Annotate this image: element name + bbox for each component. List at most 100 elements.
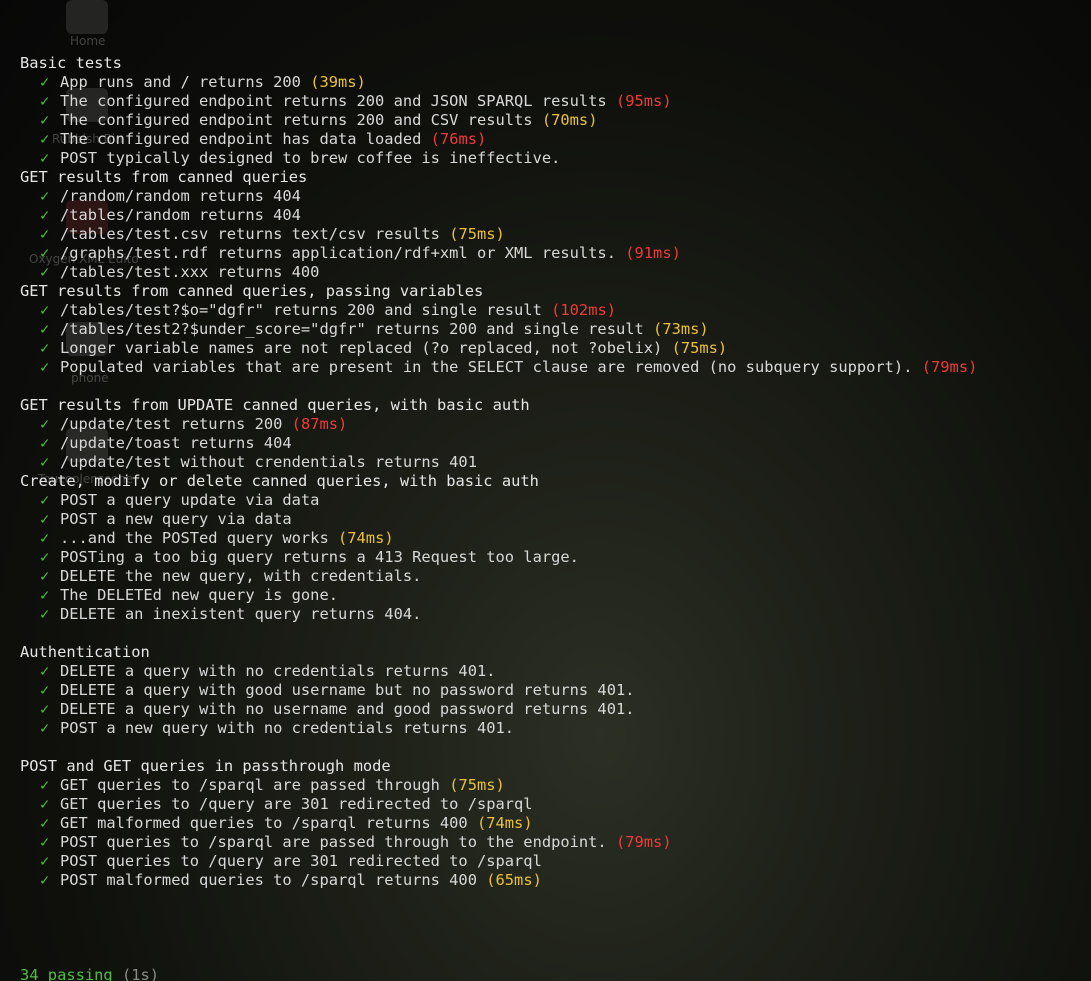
test-duration: (79ms) <box>615 833 672 851</box>
checkmark-icon: ✓ <box>40 320 50 338</box>
test-duration: (75ms) <box>449 776 505 794</box>
test-result-row: ✓ /tables/test.csv returns text/csv resul… <box>20 225 977 244</box>
suite-title: GET results from canned queries <box>20 168 308 186</box>
suite-title: Basic tests <box>20 54 122 72</box>
checkmark-icon: ✓ <box>40 776 50 794</box>
suite-title: Authentication <box>20 643 150 661</box>
suite-title: Create, modify or delete canned queries,… <box>20 472 539 490</box>
test-result-row: ✓ DELETE an inexistent query returns 404. <box>20 605 977 624</box>
test-description: DELETE an inexistent query returns 404. <box>60 605 422 623</box>
test-duration: (65ms) <box>486 871 542 889</box>
test-description: /graphs/test.rdf returns application/rdf… <box>60 244 616 262</box>
checkmark-icon: ✓ <box>40 567 50 585</box>
checkmark-icon: ✓ <box>40 833 50 851</box>
test-result-row: ✓ /tables/test2?$under_score="dgfr" retur… <box>20 320 977 339</box>
checkmark-icon: ✓ <box>40 586 50 604</box>
test-result-row: ✓ GET queries to /query are 301 redirecte… <box>20 795 977 814</box>
suite-title: GET results from UPDATE canned queries, … <box>20 396 530 414</box>
test-description: POST a new query via data <box>60 510 292 528</box>
checkmark-icon: ✓ <box>40 700 50 718</box>
checkmark-icon: ✓ <box>40 244 50 262</box>
checkmark-icon: ✓ <box>40 719 50 737</box>
test-result-row: ✓ POST a new query with no credentials re… <box>20 719 977 738</box>
checkmark-icon: ✓ <box>40 852 50 870</box>
test-result-row: ✓ The configured endpoint returns 200 and… <box>20 111 977 130</box>
test-description: /tables/test2?$under_score="dgfr" return… <box>60 320 644 338</box>
test-result-row: ✓ POSTing a too big query returns a 413 R… <box>20 548 977 567</box>
test-duration: (102ms) <box>551 301 616 319</box>
suite-title: POST and GET queries in passthrough mode <box>20 757 391 775</box>
checkmark-icon: ✓ <box>40 795 50 813</box>
test-result-row: ✓ App runs and / returns 200 (39ms) <box>20 73 977 92</box>
test-result-row: ✓ POST a new query via data <box>20 510 977 529</box>
checkmark-icon: ✓ <box>40 491 50 509</box>
checkmark-icon: ✓ <box>40 510 50 528</box>
checkmark-icon: ✓ <box>40 263 50 281</box>
test-description: Longer variable names are not replaced (… <box>60 339 663 357</box>
test-description: /update/test without crendentials return… <box>60 453 477 471</box>
test-result-row: ✓ POST queries to /query are 301 redirect… <box>20 852 977 871</box>
test-description: The DELETEd new query is gone. <box>60 586 338 604</box>
test-duration: (74ms) <box>476 814 533 832</box>
test-description: Populated variables that are present in … <box>60 358 913 376</box>
checkmark-icon: ✓ <box>40 73 50 91</box>
test-description: DELETE a query with good username but no… <box>60 681 635 699</box>
test-result-row: ✓ /update/test returns 200 (87ms) <box>20 415 977 434</box>
test-result-row: ✓ /tables/test?$o="dgfr" returns 200 and … <box>20 301 977 320</box>
test-duration: (70ms) <box>541 111 598 129</box>
test-result-row: ✓ GET malformed queries to /sparql return… <box>20 814 977 833</box>
test-description: DELETE a query with no credentials retur… <box>60 662 496 680</box>
test-result-row: ✓ POST a query update via data <box>20 491 977 510</box>
test-result-row: ✓ Populated variables that are present in… <box>20 358 977 377</box>
test-description: /random/random returns 404 <box>60 187 301 205</box>
checkmark-icon: ✓ <box>40 415 50 433</box>
test-duration: (87ms) <box>291 415 348 433</box>
test-description: POST a new query with no credentials ret… <box>60 719 515 737</box>
checkmark-icon: ✓ <box>40 529 50 547</box>
checkmark-icon: ✓ <box>40 111 50 129</box>
test-description: ...and the POSTed query works <box>60 529 329 547</box>
test-result-row: ✓ /tables/test.xxx returns 400 <box>20 263 977 282</box>
test-description: POST a query update via data <box>60 491 320 509</box>
test-result-row: ✓ /random/random returns 404 <box>20 187 977 206</box>
test-description: POST queries to /sparql are passed throu… <box>60 833 607 851</box>
test-description: /tables/test.xxx returns 400 <box>60 263 320 281</box>
checkmark-icon: ✓ <box>40 814 50 832</box>
test-suites: Basic tests ✓ App runs and / returns 200 (… <box>20 54 977 890</box>
checkmark-icon: ✓ <box>40 453 50 471</box>
test-result-row: ✓ Longer variable names are not replaced … <box>20 339 977 358</box>
test-duration: (73ms) <box>653 320 709 338</box>
test-description: POST malformed queries to /sparql return… <box>60 871 477 889</box>
test-description: POST queries to /query are 301 redirecte… <box>60 852 542 870</box>
test-description: POSTing a too big query returns a 413 Re… <box>60 548 579 566</box>
test-result-row: ✓ The configured endpoint has data loaded… <box>20 130 977 149</box>
test-description: /update/test returns 200 <box>60 415 283 433</box>
test-description: The configured endpoint returns 200 and … <box>60 111 533 129</box>
checkmark-icon: ✓ <box>40 92 50 110</box>
elapsed-time: (1s) <box>121 966 160 981</box>
test-result-row: ✓ POST typically designed to brew coffee … <box>20 149 977 168</box>
suite-title: GET results from canned queries, passing… <box>20 282 484 300</box>
test-description: GET queries to /query are 301 redirected… <box>60 795 533 813</box>
test-duration: (75ms) <box>671 339 728 357</box>
checkmark-icon: ✓ <box>40 206 50 224</box>
test-result-row: ✓ /update/test without crendentials retur… <box>20 453 977 472</box>
test-description: GET malformed queries to /sparql returns… <box>60 814 468 832</box>
test-description: DELETE a query with no username and good… <box>60 700 635 718</box>
test-result-row: ✓ The configured endpoint returns 200 and… <box>20 92 977 111</box>
test-duration: (74ms) <box>338 529 394 547</box>
test-result-row: ✓ DELETE a query with no credentials retu… <box>20 662 977 681</box>
test-description: /tables/random returns 404 <box>60 206 301 224</box>
test-result-row: ✓ GET queries to /sparql are passed throu… <box>20 776 977 795</box>
test-result-row: ✓ DELETE the new query, with credentials. <box>20 567 977 586</box>
test-description: /update/toast returns 404 <box>60 434 292 452</box>
test-result-row: ✓ POST malformed queries to /sparql retur… <box>20 871 977 890</box>
test-duration: (75ms) <box>449 225 505 243</box>
checkmark-icon: ✓ <box>40 871 50 889</box>
checkmark-icon: ✓ <box>40 301 50 319</box>
checkmark-icon: ✓ <box>40 149 50 167</box>
test-description: GET queries to /sparql are passed throug… <box>60 776 440 794</box>
checkmark-icon: ✓ <box>40 187 50 205</box>
